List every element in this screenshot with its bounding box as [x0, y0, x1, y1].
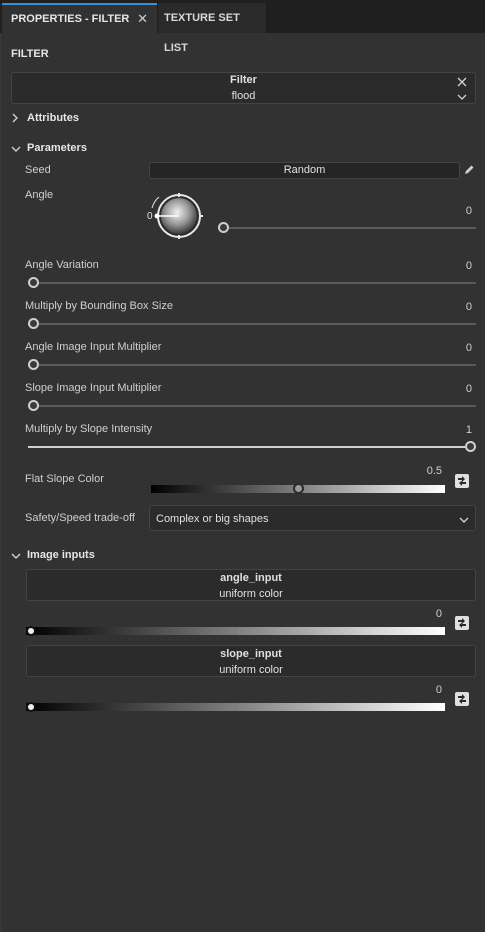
slider-knob[interactable] — [28, 277, 39, 288]
group-image-inputs[interactable]: Image inputs — [11, 549, 211, 563]
safety-selected: Complex or big shapes — [156, 513, 269, 525]
multiply-bbox-label: Multiply by Bounding Box Size — [25, 300, 173, 312]
swap-icon[interactable] — [455, 692, 469, 706]
chevron-down-icon — [459, 515, 469, 527]
slope-input-name: slope_input — [220, 648, 282, 660]
slope-input-gradient-slider[interactable] — [26, 701, 445, 713]
slider-knob[interactable] — [28, 359, 39, 370]
angle-input-value: 0 — [435, 608, 442, 620]
angle-input-type: uniform color — [219, 588, 283, 600]
slope-image-mult-label: Slope Image Input Multiplier — [25, 382, 162, 394]
close-icon[interactable]: ✕ — [137, 5, 148, 33]
group-parameters-label: Parameters — [27, 142, 87, 154]
slider-fill — [28, 446, 471, 448]
angle-image-mult-slider[interactable] — [28, 359, 476, 371]
safety-label: Safety/Speed trade-off — [25, 512, 135, 524]
angle-value: 0 — [465, 205, 472, 217]
gradient-knob[interactable] — [293, 483, 304, 494]
slope-image-mult-value: 0 — [465, 383, 472, 395]
safety-dropdown[interactable]: Complex or big shapes — [149, 505, 476, 531]
group-image-inputs-label: Image inputs — [27, 549, 95, 561]
angle-input-name: angle_input — [220, 572, 282, 584]
multiply-slope-slider[interactable] — [28, 441, 476, 453]
angle-input-gradient-slider[interactable] — [26, 625, 445, 637]
gradient-midpoint — [235, 627, 236, 635]
multiply-bbox-slider[interactable] — [28, 318, 476, 330]
group-parameters[interactable]: Parameters — [11, 142, 211, 156]
slope-input-value: 0 — [435, 684, 442, 696]
filter-header: Filter — [230, 74, 257, 86]
flat-slope-label: Flat Slope Color — [25, 473, 104, 485]
multiply-slope-value: 1 — [465, 424, 472, 436]
chevron-down-icon — [11, 551, 21, 563]
slope-input-type: uniform color — [219, 664, 283, 676]
angle-variation-slider[interactable] — [28, 277, 476, 289]
swap-icon[interactable] — [455, 616, 469, 630]
tab-properties-filter[interactable]: PROPERTIES - FILTER ✕ — [2, 3, 157, 33]
angle-slider[interactable] — [218, 222, 476, 234]
chevron-down-icon — [11, 144, 21, 156]
filter-value: flood — [231, 90, 256, 102]
slider-knob[interactable] — [28, 400, 39, 411]
slider-track — [28, 405, 476, 407]
chevron-right-icon — [11, 113, 19, 126]
multiply-bbox-value: 0 — [465, 301, 472, 313]
tab-texture-set-list[interactable]: TEXTURE SET LIST — [158, 3, 266, 54]
flat-slope-value: 0.5 — [426, 465, 442, 477]
angle-variation-label: Angle Variation — [25, 259, 99, 271]
angle-dial-value: 0 — [147, 211, 153, 222]
angle-image-mult-value: 0 — [465, 342, 472, 354]
slider-track — [28, 323, 476, 325]
seed-random-button[interactable]: Random — [149, 162, 460, 179]
seed-label: Seed — [25, 164, 51, 176]
tab-properties-label: PROPERTIES - FILTER — [11, 13, 130, 25]
multiply-slope-label: Multiply by Slope Intensity — [25, 423, 153, 435]
slider-knob[interactable] — [28, 318, 39, 329]
slider-knob[interactable] — [218, 222, 229, 233]
group-attributes[interactable]: Attributes — [11, 112, 211, 126]
angle-image-mult-label: Angle Image Input Multiplier — [25, 341, 162, 353]
slider-track — [28, 282, 476, 284]
angle-dial[interactable] — [148, 190, 206, 242]
slider-knob[interactable] — [465, 441, 476, 452]
swap-icon[interactable] — [455, 474, 469, 488]
flat-slope-gradient-slider[interactable] — [151, 483, 445, 495]
gradient-knob[interactable] — [26, 702, 36, 712]
gradient-knob[interactable] — [26, 626, 36, 636]
close-icon[interactable] — [456, 76, 468, 88]
slope-image-mult-slider[interactable] — [28, 400, 476, 412]
chevron-down-icon[interactable] — [457, 92, 467, 100]
section-title: FILTER — [11, 48, 49, 60]
slider-track — [28, 364, 476, 366]
angle-variation-value: 0 — [465, 260, 472, 272]
tab-bar: PROPERTIES - FILTER ✕ TEXTURE SET LIST — [0, 0, 485, 54]
slider-track — [218, 227, 476, 229]
slope-input-slot[interactable]: slope_input uniform color — [26, 645, 476, 677]
angle-label: Angle — [25, 189, 54, 201]
filter-selector[interactable]: Filter flood — [11, 72, 476, 104]
gradient-midpoint — [235, 703, 236, 711]
angle-input-slot[interactable]: angle_input uniform color — [26, 569, 476, 601]
group-attributes-label: Attributes — [27, 112, 79, 124]
pencil-icon[interactable] — [463, 164, 475, 176]
